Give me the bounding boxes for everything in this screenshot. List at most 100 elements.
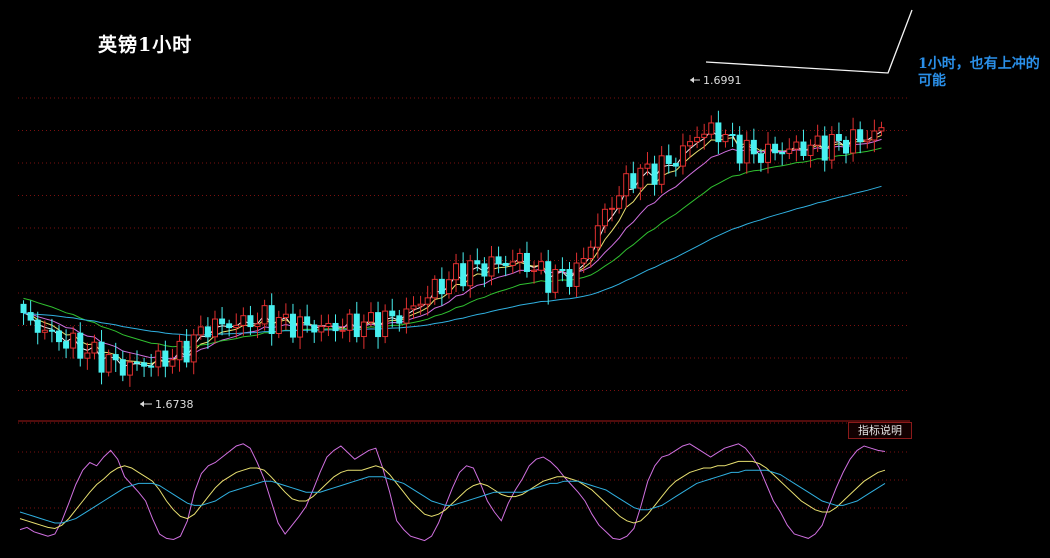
candle-down bbox=[247, 315, 254, 328]
candle-up bbox=[743, 139, 750, 164]
candle-up bbox=[282, 313, 289, 319]
candle-up bbox=[176, 340, 183, 361]
candle-up bbox=[488, 256, 495, 277]
candle-down bbox=[460, 263, 467, 287]
candle-up bbox=[609, 207, 616, 210]
candle-down bbox=[495, 256, 502, 264]
candle-up bbox=[601, 208, 608, 227]
candle-up bbox=[538, 261, 545, 271]
candle-down bbox=[736, 134, 743, 164]
candle-up bbox=[850, 129, 857, 154]
candle-down bbox=[133, 361, 140, 364]
candle-up bbox=[594, 225, 601, 248]
candle-down bbox=[77, 332, 84, 359]
candle-down bbox=[289, 313, 296, 338]
candle-up bbox=[339, 329, 346, 332]
candle-up bbox=[807, 144, 814, 156]
candle-up bbox=[679, 145, 686, 167]
candle-up bbox=[587, 246, 594, 260]
candle-up bbox=[403, 308, 410, 324]
candle-down bbox=[800, 141, 807, 156]
low-marker-arrowhead bbox=[140, 401, 144, 407]
candle-down bbox=[119, 359, 126, 376]
candle-up bbox=[155, 350, 162, 368]
candle-down bbox=[857, 129, 864, 143]
candle-up bbox=[346, 313, 353, 331]
candle-up bbox=[637, 167, 644, 189]
candle-up bbox=[878, 127, 885, 132]
candle-up bbox=[431, 278, 438, 299]
candle-down bbox=[665, 155, 672, 165]
oscillator-line bbox=[19, 443, 886, 542]
candle-down bbox=[772, 143, 779, 154]
candle-down bbox=[27, 312, 34, 321]
candle-down bbox=[389, 310, 396, 317]
candle-down bbox=[55, 330, 62, 343]
candle-up bbox=[91, 341, 98, 354]
candle-down bbox=[630, 173, 637, 189]
candle-up bbox=[233, 324, 240, 329]
candle-up bbox=[211, 318, 218, 338]
candle-up bbox=[765, 143, 772, 163]
candle-down bbox=[34, 319, 41, 333]
candle-up bbox=[701, 133, 708, 138]
candle-up bbox=[445, 279, 452, 295]
candle-up bbox=[658, 155, 665, 185]
candle-up bbox=[424, 297, 431, 305]
candle-up bbox=[552, 268, 559, 293]
candle-down bbox=[162, 350, 169, 367]
candle-down bbox=[226, 323, 233, 329]
candle-up bbox=[190, 334, 197, 363]
candle-down bbox=[821, 135, 828, 161]
candle-up bbox=[573, 262, 580, 287]
candle-down bbox=[843, 139, 850, 154]
candle-up bbox=[828, 134, 835, 161]
candle-up bbox=[644, 163, 651, 169]
indicator-explain-button[interactable]: 指标说明 bbox=[848, 422, 912, 439]
oscillator-line bbox=[19, 469, 886, 524]
candle-up bbox=[275, 317, 282, 334]
candle-down bbox=[204, 326, 211, 338]
candle-up bbox=[417, 303, 424, 307]
candle-up bbox=[382, 310, 389, 338]
candle-up bbox=[126, 361, 133, 376]
candle-down bbox=[729, 134, 736, 137]
moving-average-line bbox=[23, 185, 882, 336]
candle-down bbox=[438, 278, 445, 295]
candle-down bbox=[523, 252, 530, 272]
candle-down bbox=[332, 322, 339, 332]
candle-up bbox=[687, 141, 694, 147]
candle-down bbox=[396, 315, 403, 324]
annotation-line bbox=[705, 9, 913, 74]
annotation-text: 1小时，也有上冲的可能 bbox=[918, 56, 1040, 89]
candle-up bbox=[254, 323, 261, 328]
candle-up bbox=[616, 195, 623, 209]
candle-up bbox=[360, 321, 367, 338]
candle-down bbox=[474, 260, 481, 265]
candle-down bbox=[750, 139, 757, 155]
candle-up bbox=[623, 173, 630, 197]
candle-down bbox=[304, 316, 311, 326]
candle-up bbox=[467, 260, 474, 287]
candle-down bbox=[148, 365, 155, 368]
candle-up bbox=[793, 141, 800, 150]
candle-up bbox=[708, 122, 715, 135]
candle-down bbox=[835, 134, 842, 141]
moving-average-line bbox=[23, 147, 882, 349]
candle-up bbox=[318, 325, 325, 333]
moving-average-line bbox=[23, 134, 882, 365]
candle-up bbox=[70, 332, 77, 349]
candle-up bbox=[261, 305, 268, 325]
candle-down bbox=[353, 313, 360, 338]
candle-up bbox=[410, 305, 417, 310]
low-marker-label: 1.6738 bbox=[155, 398, 194, 411]
candle-up bbox=[509, 261, 516, 266]
candle-down bbox=[481, 263, 488, 277]
candle-down bbox=[559, 268, 566, 271]
candle-up bbox=[197, 326, 204, 336]
candle-down bbox=[183, 340, 190, 363]
candle-up bbox=[84, 352, 91, 359]
candle-up bbox=[453, 263, 460, 281]
candle-down bbox=[112, 354, 119, 361]
candle-up bbox=[240, 315, 247, 326]
